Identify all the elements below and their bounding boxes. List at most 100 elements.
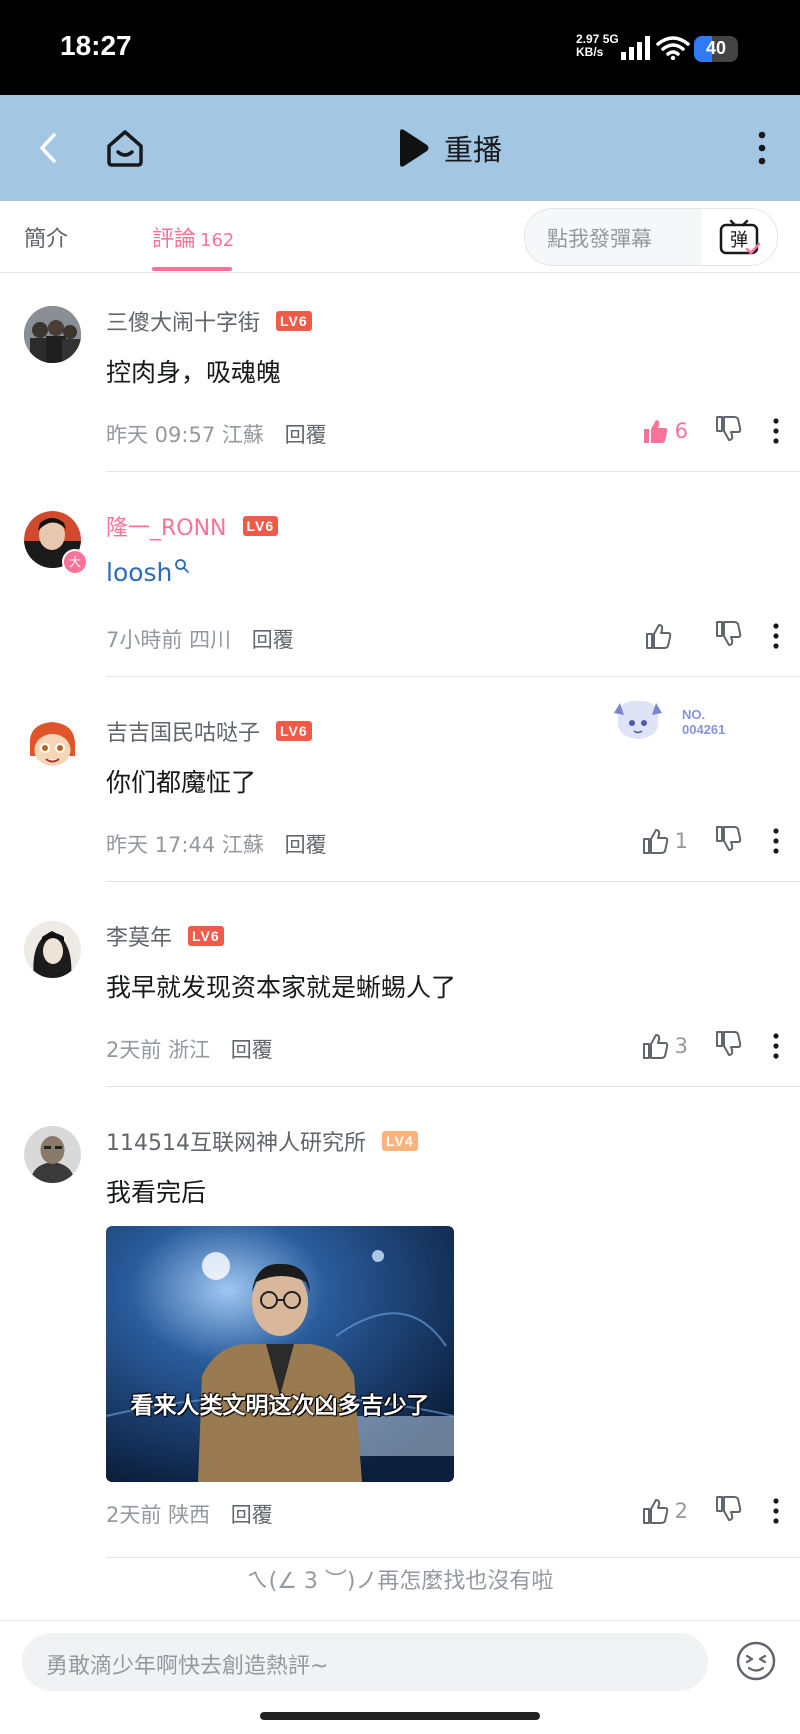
- thumbs-up-icon: [642, 1034, 668, 1059]
- wifi-icon: [656, 36, 690, 60]
- avatar-photo: [24, 306, 81, 363]
- network-speed: 2.97 5G KB/s: [576, 32, 619, 59]
- comment-divider: [106, 1557, 800, 1558]
- comment-actions: 2: [641, 1495, 780, 1527]
- comment-image[interactable]: 看来人类文明这次凶多吉少了: [106, 1226, 454, 1482]
- avatar-photo: [24, 1126, 81, 1183]
- avatar[interactable]: [24, 716, 81, 773]
- thumbs-down-icon: [716, 621, 742, 646]
- like-button[interactable]: 3: [641, 1032, 688, 1060]
- comments-count: 162: [200, 230, 235, 251]
- comment-item: 114514互联网神人研究所 LV4 我看完后 看来人类文明这次凶多吉少了 2天…: [0, 1093, 800, 1565]
- danmaku-toggle-button[interactable]: 弹: [701, 209, 777, 265]
- home-indicator: [260, 1712, 540, 1720]
- comment-item: 三傻大闹十字街 LV6 控肉身，吸魂魄 昨天 09:57 江蘇 回覆 6: [0, 273, 800, 478]
- comment-username[interactable]: 114514互联网神人研究所 LV4: [106, 1125, 418, 1157]
- avatar[interactable]: 大: [24, 511, 88, 575]
- comment-actions: [644, 620, 780, 652]
- dislike-button[interactable]: [714, 620, 742, 652]
- like-button[interactable]: 2: [641, 1497, 688, 1525]
- comment-actions: 3: [641, 1030, 780, 1062]
- tab-intro[interactable]: 簡介: [24, 221, 68, 253]
- comment-divider: [106, 881, 800, 882]
- dislike-button[interactable]: [714, 825, 742, 857]
- like-count: 6: [674, 419, 688, 443]
- thumbs-down-icon: [716, 826, 742, 851]
- like-button[interactable]: 1: [641, 827, 688, 855]
- comment-input[interactable]: 勇敢滴少年啊快去創造熱評~: [22, 1633, 708, 1691]
- more-vertical-icon[interactable]: [772, 828, 780, 854]
- more-vertical-icon[interactable]: [752, 125, 772, 171]
- dislike-button[interactable]: [714, 415, 742, 447]
- home-icon[interactable]: [104, 127, 146, 169]
- reply-button[interactable]: 回覆: [285, 423, 327, 447]
- mascot-icon: [614, 700, 662, 739]
- fan-number-badge: NO. 004261: [608, 693, 748, 749]
- comment-meta: 昨天 17:44 江蘇 回覆: [106, 833, 327, 857]
- level-badge: LV6: [276, 721, 312, 741]
- danmaku-input[interactable]: 點我發彈幕 弹: [524, 208, 778, 266]
- status-time: 18:27: [60, 30, 132, 61]
- comment-divider: [106, 471, 800, 472]
- like-button[interactable]: [644, 622, 688, 650]
- emoji-icon[interactable]: [734, 1639, 778, 1683]
- comment-username[interactable]: 吉吉国民咕哒子 LV6: [106, 715, 312, 747]
- comment-text: 控肉身，吸魂魄: [106, 358, 282, 387]
- comment-divider: [106, 1086, 800, 1087]
- battery-indicator: 40: [694, 36, 738, 62]
- dislike-button[interactable]: [714, 1030, 742, 1062]
- thumbs-down-icon: [716, 1031, 742, 1056]
- meme-image: [106, 1226, 454, 1482]
- more-vertical-icon[interactable]: [772, 418, 780, 444]
- reply-button[interactable]: 回覆: [285, 833, 327, 857]
- comment-text: 我早就发现资本家就是蜥蜴人了: [106, 973, 457, 1002]
- more-vertical-icon[interactable]: [772, 1498, 780, 1524]
- avatar[interactable]: [24, 306, 81, 363]
- tab-comments-label: 評論: [152, 227, 197, 252]
- reply-button[interactable]: 回覆: [231, 1038, 273, 1062]
- svg-text:弹: 弹: [730, 230, 748, 251]
- level-badge: LV6: [276, 311, 312, 331]
- status-bar: 18:27 2.97 5G KB/s 40: [0, 0, 800, 95]
- comment-list: 三傻大闹十字街 LV6 控肉身，吸魂魄 昨天 09:57 江蘇 回覆 6 大 隆…: [0, 273, 800, 1595]
- end-of-list-tip: ㄟ(∠ 3 ︶)ノ再怎麼找也沒有啦: [246, 1569, 554, 1594]
- comment-username[interactable]: 李莫年 LV6: [106, 920, 224, 952]
- like-count: 2: [674, 1499, 688, 1523]
- like-count: 1: [674, 829, 688, 853]
- more-vertical-icon[interactable]: [772, 1033, 780, 1059]
- chevron-left-icon[interactable]: [30, 125, 70, 171]
- active-tab-indicator: [152, 267, 232, 271]
- comment-text[interactable]: loosh: [106, 558, 190, 587]
- avatar-photo: [24, 921, 81, 978]
- level-badge: LV4: [381, 1131, 418, 1151]
- thumbs-down-icon: [716, 416, 742, 441]
- comment-item: 吉吉国民咕哒子 LV6 NO. 004261 你们都魔怔了 昨天 17:44 江…: [0, 683, 800, 888]
- thumbs-up-icon: [642, 829, 668, 854]
- avatar-photo: [24, 716, 81, 773]
- replay-label: 重播: [444, 133, 503, 167]
- signal-icon: [621, 36, 650, 60]
- thumbs-up-icon: [646, 624, 672, 649]
- danmaku-tv-icon: 弹: [719, 219, 761, 255]
- comment-username[interactable]: 三傻大闹十字街 LV6: [106, 305, 312, 337]
- dislike-button[interactable]: [714, 1495, 742, 1527]
- comment-meta: 昨天 09:57 江蘇 回覆: [106, 423, 327, 447]
- danmaku-placeholder: 點我發彈幕: [547, 227, 652, 251]
- like-button[interactable]: 6: [641, 417, 688, 445]
- replay-button[interactable]: 重播: [396, 125, 502, 171]
- avatar[interactable]: [24, 921, 81, 978]
- comment-actions: 6: [641, 415, 780, 447]
- reply-button[interactable]: 回覆: [252, 628, 294, 652]
- reply-button[interactable]: 回覆: [231, 1503, 273, 1527]
- level-badge: LV6: [242, 516, 279, 536]
- comment-meta: 7小時前 四川 回覆: [106, 628, 294, 652]
- comment-meta: 2天前 浙江 回覆: [106, 1038, 273, 1062]
- avatar[interactable]: [24, 1126, 81, 1183]
- tab-comments[interactable]: 評論 162: [152, 221, 234, 253]
- level-badge: LV6: [188, 926, 224, 946]
- comment-actions: 1: [641, 825, 780, 857]
- more-vertical-icon[interactable]: [772, 623, 780, 649]
- comment-username[interactable]: 隆一_RONN LV6: [106, 510, 279, 542]
- comment-input-placeholder: 勇敢滴少年啊快去創造熱評~: [46, 1654, 329, 1679]
- search-icon: [175, 559, 190, 573]
